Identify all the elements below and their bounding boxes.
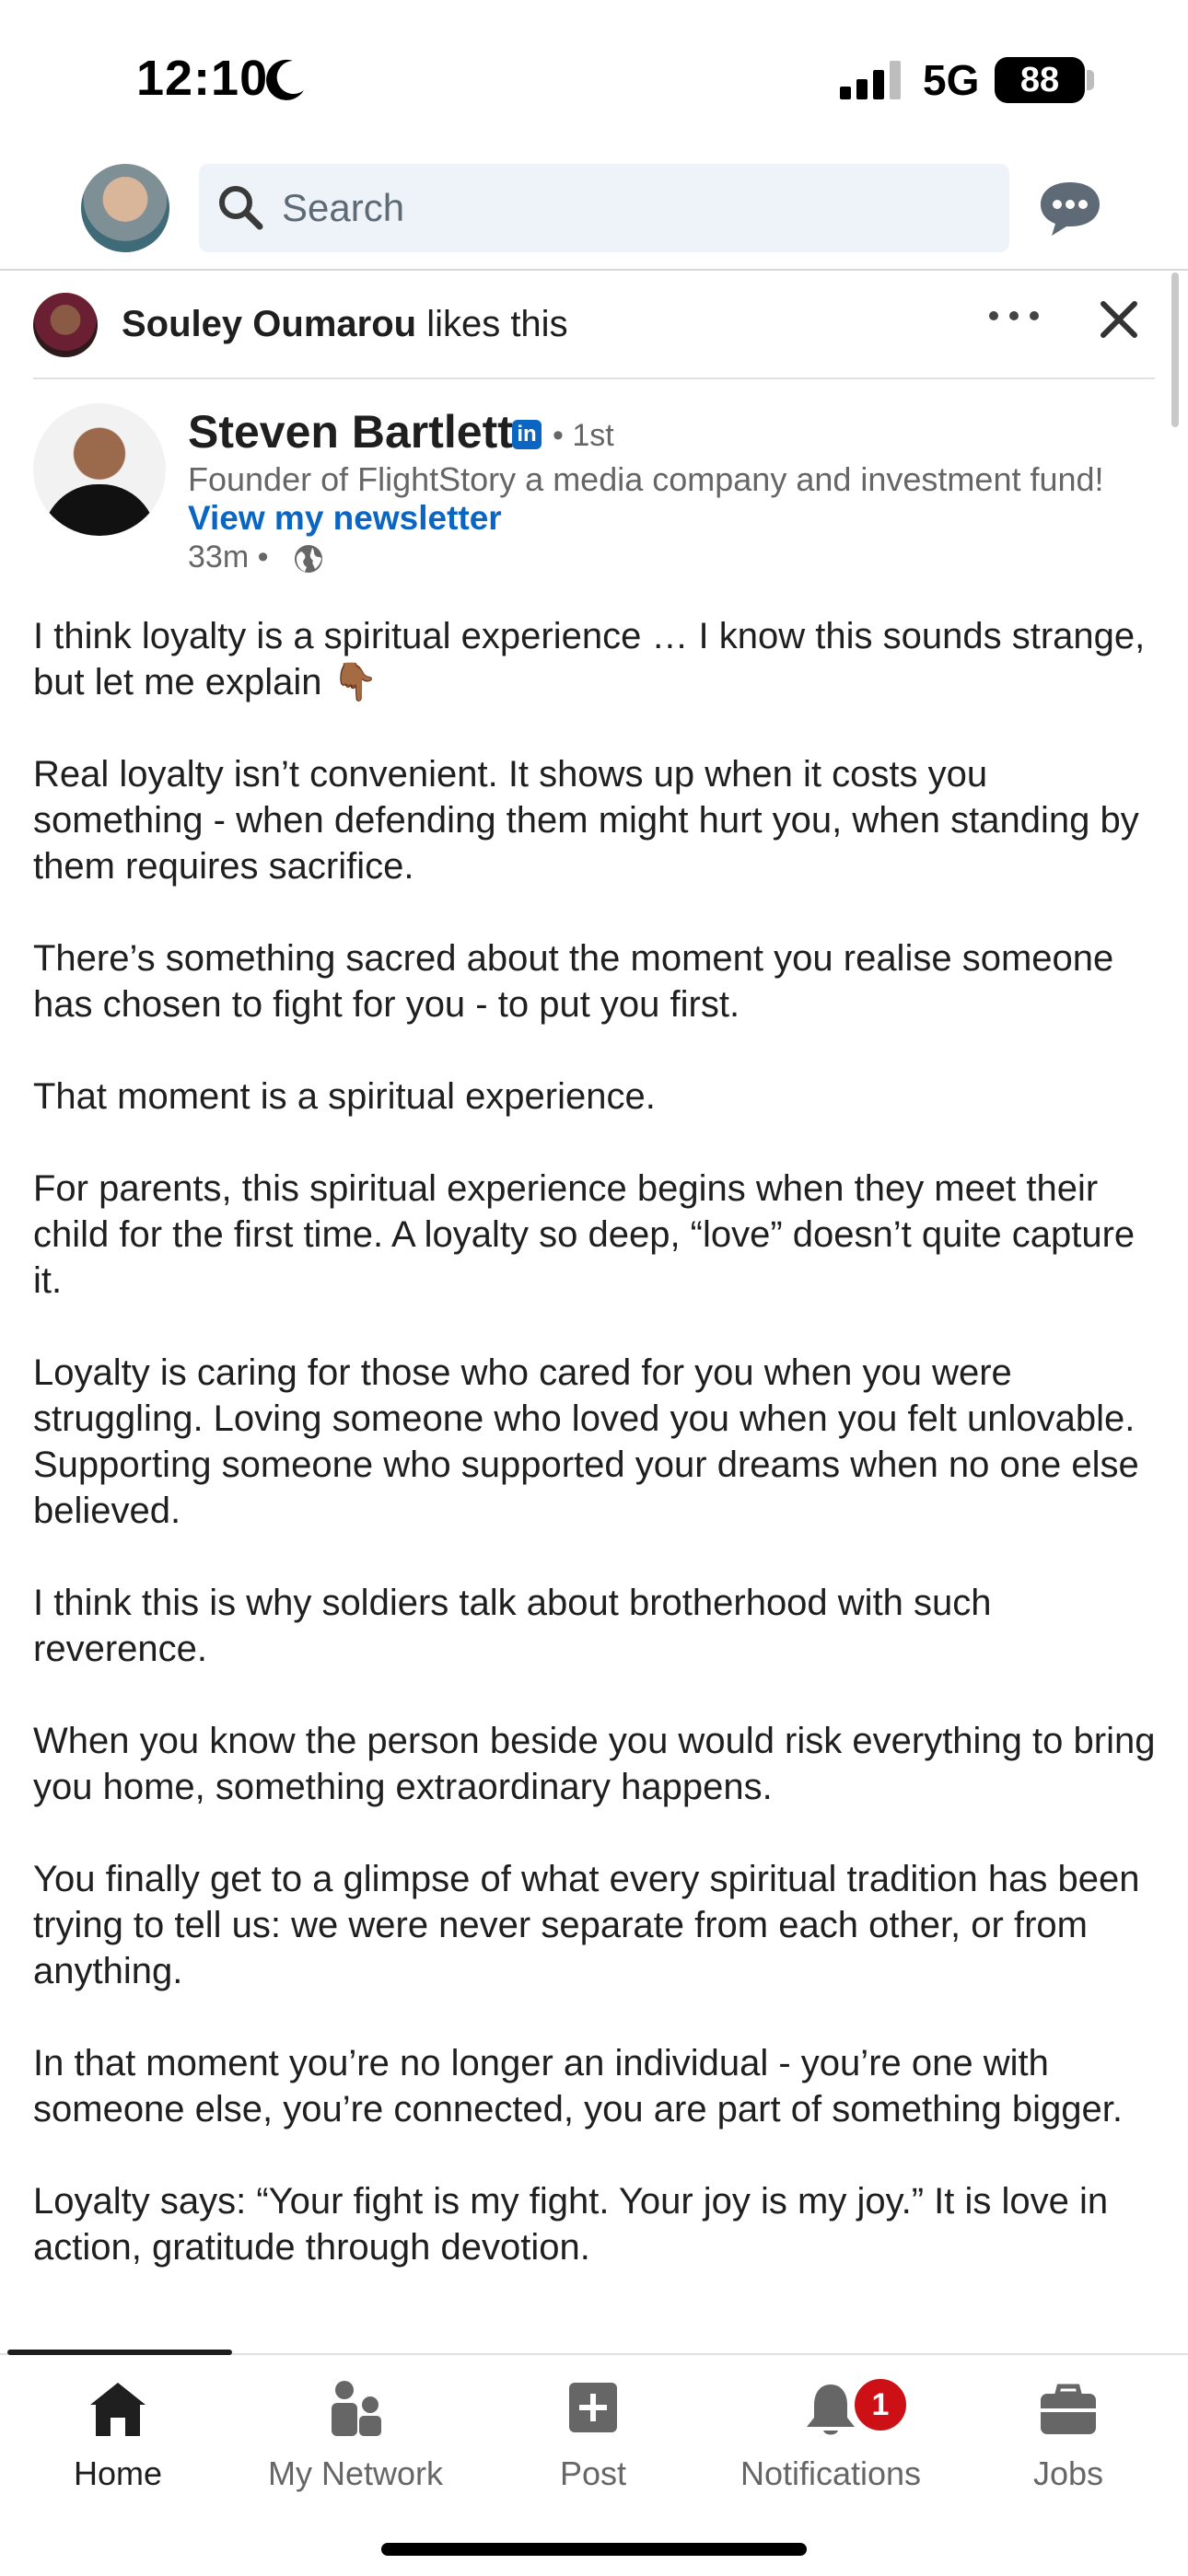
battery-cap: [1087, 70, 1094, 90]
home-indicator: [381, 2543, 807, 2556]
nav-jobs[interactable]: Jobs: [958, 2368, 1179, 2492]
post-time: 33m •: [188, 540, 269, 574]
active-tab-indicator: [7, 2350, 232, 2355]
liker-avatar[interactable]: [33, 293, 98, 357]
search-input[interactable]: Search: [199, 164, 1009, 252]
post-body: I think loyalty is a spiritual experienc…: [33, 613, 1157, 2270]
post-paragraph: I think loyalty is a spiritual experienc…: [33, 616, 1146, 702]
post-paragraph: Loyalty is caring for those who cared fo…: [33, 1352, 1139, 1531]
post-paragraph: You finally get to a glimpse of what eve…: [33, 1859, 1140, 1991]
social-context-text: Souley Oumarou likes this: [122, 304, 568, 345]
status-bar: 12:10 5G 88: [0, 0, 1188, 157]
globe-icon: [295, 545, 322, 573]
top-bar: Search: [0, 157, 1188, 271]
network-icon: [332, 2381, 381, 2436]
post-paragraph: Real loyalty isn’t convenient. It shows …: [33, 754, 1139, 887]
post-paragraph: I think this is why soldiers talk about …: [33, 1583, 992, 1669]
signal-icon: [840, 61, 901, 99]
close-icon[interactable]: [1096, 296, 1142, 342]
nav-post-label: Post: [559, 2454, 627, 2492]
linkedin-icon: in: [512, 420, 542, 449]
social-context-row: Souley Oumarou likes this: [0, 271, 1188, 379]
post-paragraph: For parents, this spiritual experience b…: [33, 1168, 1136, 1301]
author-headline: Founder of FlightStory a media company a…: [188, 460, 1104, 498]
profile-avatar[interactable]: [81, 164, 169, 252]
post-paragraph: When you know the person beside you woul…: [33, 1721, 1156, 1807]
nav-post[interactable]: Post: [483, 2368, 704, 2492]
newsletter-link[interactable]: View my newsletter: [188, 499, 502, 538]
post-paragraph: Loyalty says: “Your fight is my fight. Y…: [33, 2181, 1109, 2268]
home-icon: [90, 2383, 146, 2436]
author-avatar[interactable]: [33, 403, 166, 536]
nav-jobs-label: Jobs: [1032, 2454, 1104, 2492]
post-paragraph: There’s something sacred about the momen…: [33, 938, 1114, 1025]
liker-name[interactable]: Souley Oumarou: [122, 304, 416, 344]
connection-degree: • 1st: [553, 418, 614, 453]
messaging-icon[interactable]: [1037, 179, 1103, 239]
search-icon: [219, 186, 263, 230]
status-time: 12:10: [136, 51, 269, 106]
nav-notifications[interactable]: 1 Notifications: [720, 2368, 941, 2492]
author-name[interactable]: Steven Bartlett: [188, 405, 513, 458]
nav-my-network-label: My Network: [267, 2454, 444, 2492]
post-icon: [569, 2383, 617, 2432]
nav-home[interactable]: Home: [7, 2368, 228, 2492]
liker-action: likes this: [426, 304, 568, 344]
nav-home-label: Home: [73, 2454, 163, 2492]
notification-badge: 1: [851, 2375, 910, 2434]
battery-icon: 88: [995, 57, 1085, 103]
search-placeholder: Search: [282, 186, 405, 229]
moon-icon: [266, 59, 304, 100]
battery-level: 88: [1019, 61, 1060, 99]
nav-notifications-label: Notifications: [740, 2454, 922, 2492]
post-paragraph: In that moment you’re no longer an indiv…: [33, 2043, 1123, 2129]
nav-my-network[interactable]: My Network: [245, 2368, 466, 2492]
more-options-icon[interactable]: [982, 293, 1046, 339]
briefcase-icon: [1041, 2384, 1096, 2434]
network-type: 5G: [923, 56, 980, 104]
divider: [33, 377, 1155, 379]
post-paragraph: That moment is a spiritual experience.: [33, 1076, 656, 1117]
